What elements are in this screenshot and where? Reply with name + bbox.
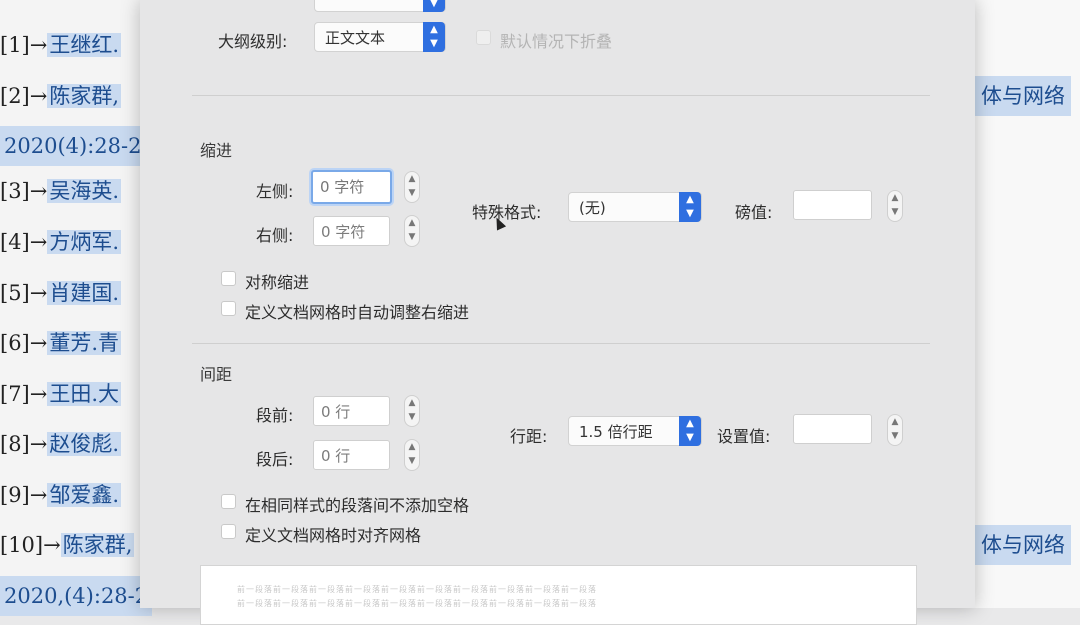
spacing-section-title: 间距 <box>200 365 233 384</box>
line-spacing-popup[interactable]: 1.5 倍行距 ▲ ▼ <box>568 416 702 446</box>
ref-text: 赵俊彪. <box>47 432 122 456</box>
reference-3: [3]→吴海英. <box>0 171 122 211</box>
reference-7: [7]→王田.大 <box>0 374 122 414</box>
ref-text: 陈家群, <box>47 84 122 108</box>
right-indent-field[interactable]: 0 字符 <box>313 216 390 246</box>
reference-1: [1]→王继红. <box>0 25 122 65</box>
indent-section-title: 缩进 <box>200 141 233 160</box>
ref-number: [6]→ <box>0 331 48 355</box>
ref-number: [9]→ <box>0 483 48 507</box>
space-before-field[interactable]: 0 行 <box>313 396 390 426</box>
outline-level-popup[interactable]: 正文文本 ▲ ▼ <box>314 22 446 52</box>
space-after-field[interactable]: 0 行 <box>313 440 390 470</box>
left-indent-stepper[interactable]: ▲ ▼ <box>404 171 420 203</box>
spacing-setting-stepper[interactable]: ▲ ▼ <box>887 414 903 446</box>
ref-number: [10]→ <box>0 533 61 557</box>
popup-arrows-icon: ▲▼ <box>679 416 701 446</box>
auto-adjust-indent-checkbox[interactable] <box>221 301 236 316</box>
no-space-same-style-label: 在相同样式的段落间不添加空格 <box>245 496 470 515</box>
reference-2-continued: 2020(4):28-2 <box>0 126 146 166</box>
reference-8: [8]→赵俊彪. <box>0 424 122 464</box>
ref-number: [3]→ <box>0 179 48 203</box>
snap-to-grid-label: 定义文档网格时对齐网格 <box>245 526 422 545</box>
popup-arrows-icon: ▲▼ <box>423 22 445 52</box>
no-space-same-style-checkbox[interactable] <box>221 494 236 509</box>
reference-4: [4]→方炳军. <box>0 222 122 262</box>
mirror-indent-checkbox[interactable] <box>221 271 236 286</box>
special-format-popup[interactable]: (无) ▲ ▼ <box>568 192 702 222</box>
ref-number: [1]→ <box>0 33 48 57</box>
special-format-value: (无) <box>579 199 606 217</box>
mirror-indent-label: 对称缩进 <box>245 273 310 292</box>
ref-number: [4]→ <box>0 230 48 254</box>
divider <box>192 95 930 96</box>
divider <box>192 343 930 344</box>
indent-amount-field[interactable] <box>793 190 872 220</box>
preview-line: 前一段落前一段落前一段落前一段落前一段落前一段落前一段落前一段落前一段落前一段落 <box>237 599 597 608</box>
ref-number: [8]→ <box>0 432 48 456</box>
collapse-default-checkbox[interactable] <box>476 30 491 45</box>
popup-arrows-icon: ▲▼ <box>679 192 701 222</box>
ref-text: 陈家群, <box>60 533 135 557</box>
space-before-label: 段前: <box>256 406 294 425</box>
ref-text: 肖建国. <box>47 281 122 305</box>
ref-text: 董芳.青 <box>47 331 122 355</box>
alignment-popup[interactable]: ▲▼ <box>314 0 446 12</box>
ref-text: 王继红. <box>47 33 122 57</box>
right-text-fragment: 体与网络 <box>975 76 1071 116</box>
right-indent-label: 右侧: <box>256 226 294 245</box>
paragraph-dialog: ▲▼ 大纲级别: 正文文本 ▲▼ 默认情况下折叠 缩进 左侧: 0 字符 ▲▼ … <box>140 0 975 625</box>
spacing-setting-label: 设置值: <box>717 427 771 446</box>
preview-line: 前一段落前一段落前一段落前一段落前一段落前一段落前一段落前一段落前一段落前一段落 <box>237 585 597 594</box>
popup-arrows-icon: ▲▼ <box>423 0 445 12</box>
outline-level-value: 正文文本 <box>325 29 386 47</box>
spacing-setting-field[interactable] <box>793 414 872 444</box>
line-spacing-label: 行距: <box>510 427 548 446</box>
reference-5: [5]→肖建国. <box>0 273 122 313</box>
reference-list: [1]→王继红. [2]→陈家群, 2020(4):28-2 [3]→吴海英. … <box>0 0 153 616</box>
snap-to-grid-checkbox[interactable] <box>221 524 236 539</box>
auto-adjust-indent-label: 定义文档网格时自动调整右缩进 <box>245 303 470 322</box>
ref-number: [5]→ <box>0 281 48 305</box>
line-spacing-value: 1.5 倍行距 <box>579 423 653 441</box>
ref-number: [2]→ <box>0 84 48 108</box>
reference-10: [10]→陈家群, <box>0 525 135 565</box>
left-indent-field[interactable]: 0 字符 <box>311 170 392 204</box>
reference-10-continued: 2020,(4):28-2 <box>0 576 153 616</box>
space-after-label: 段后: <box>256 450 294 469</box>
ref-text: 王田.大 <box>47 382 122 406</box>
ref-text: 邹爱鑫. <box>47 483 122 507</box>
ref-number: [7]→ <box>0 382 48 406</box>
collapse-default-label: 默认情况下折叠 <box>500 32 613 51</box>
indent-amount-stepper[interactable]: ▲ ▼ <box>887 190 903 222</box>
paragraph-preview: 前一段落前一段落前一段落前一段落前一段落前一段落前一段落前一段落前一段落前一段落… <box>200 565 917 625</box>
reference-2: [2]→陈家群, <box>0 76 122 116</box>
left-indent-label: 左侧: <box>256 182 294 201</box>
space-after-stepper[interactable]: ▲ ▼ <box>404 439 420 471</box>
reference-9: [9]→邹爱鑫. <box>0 475 122 515</box>
right-text-fragment: 体与网络 <box>975 525 1071 565</box>
outline-level-label: 大纲级别: <box>218 32 288 51</box>
space-before-stepper[interactable]: ▲ ▼ <box>404 395 420 427</box>
reference-6: [6]→董芳.青 <box>0 323 122 363</box>
special-format-label: 特殊格式: <box>472 203 542 222</box>
right-indent-stepper[interactable]: ▲ ▼ <box>404 215 420 247</box>
ref-text: 吴海英. <box>47 179 122 203</box>
ref-text: 方炳军. <box>47 230 122 254</box>
indent-amount-label: 磅值: <box>735 203 773 222</box>
